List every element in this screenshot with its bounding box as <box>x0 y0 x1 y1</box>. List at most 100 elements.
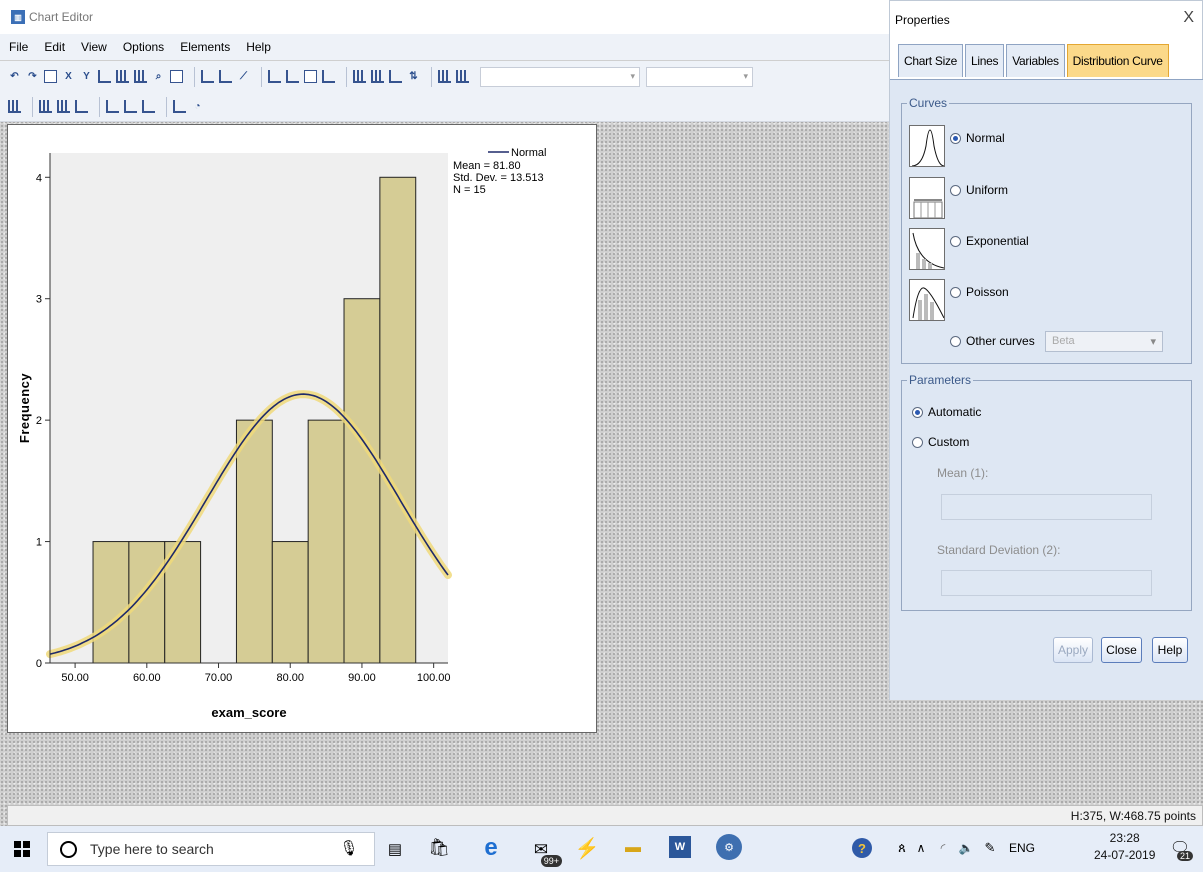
menu-file[interactable]: File <box>9 40 28 54</box>
sort-icon[interactable]: ⇅ <box>407 70 420 83</box>
menu-edit[interactable]: Edit <box>44 40 65 54</box>
dialog-close-icon[interactable]: X <box>1183 9 1194 27</box>
y-tick-label: 0 <box>36 658 42 670</box>
network-icon[interactable]: ◜ <box>934 839 952 857</box>
y-axis-title[interactable]: Frequency <box>17 373 32 444</box>
mean-field[interactable] <box>941 494 1152 520</box>
powershell-icon[interactable]: ⚡ <box>575 836 600 860</box>
data-labels-icon[interactable] <box>371 70 384 83</box>
histogram-bar[interactable] <box>271 541 309 664</box>
undo-icon[interactable]: ↶ <box>8 70 21 83</box>
pen-icon[interactable]: ✎ <box>981 839 999 857</box>
taskbar-search-box[interactable]: Type here to search <box>47 832 375 866</box>
tab-variables[interactable]: Variables <box>1006 44 1065 77</box>
histogram-bar[interactable] <box>379 176 417 664</box>
title-icon[interactable] <box>268 70 281 83</box>
apply-button[interactable]: Apply <box>1053 637 1093 663</box>
people-icon[interactable]: ጰ <box>893 839 911 857</box>
transpose-icon[interactable] <box>389 70 402 83</box>
menu-help[interactable]: Help <box>246 40 271 54</box>
chevron-up-icon[interactable]: ∧ <box>914 839 928 857</box>
curve-option-uniform[interactable]: Uniform <box>950 183 1008 197</box>
pie-explode-icon[interactable]: ◔ <box>191 100 204 113</box>
y-axis-icon[interactable]: Y <box>80 70 93 83</box>
tab-distribution-curve[interactable]: Distribution Curve <box>1066 44 1169 77</box>
curve-option-exponential[interactable]: Exponential <box>950 234 1029 248</box>
microphone-icon[interactable]: 🎙 <box>339 838 358 858</box>
fit-line-icon[interactable]: ⟋ <box>237 70 250 83</box>
tab-chart-size[interactable]: Chart Size <box>898 44 964 77</box>
task-view-icon[interactable]: ▤ <box>386 839 404 859</box>
language-indicator[interactable]: ENG <box>1007 840 1037 856</box>
action-center-icon[interactable]: 🗨 21 <box>1170 837 1193 861</box>
lasso-icon[interactable]: ⌕ <box>152 70 165 83</box>
template-icon[interactable] <box>170 70 183 83</box>
uniform-radio[interactable] <box>950 184 961 196</box>
show-bars-icon[interactable] <box>438 70 451 83</box>
other-curves-radio[interactable] <box>950 335 961 347</box>
stacked-icon[interactable] <box>134 70 147 83</box>
properties-icon[interactable] <box>44 70 57 83</box>
area-icon[interactable] <box>142 100 155 113</box>
menu-elements[interactable]: Elements <box>180 40 230 54</box>
mean-label: Mean (1): <box>937 466 989 480</box>
close-button[interactable]: Close <box>1101 637 1142 663</box>
bar-chart-icon[interactable] <box>116 70 129 83</box>
spss-taskbar-icon[interactable]: ⚙ <box>716 834 742 860</box>
edge-browser-icon[interactable]: e <box>479 834 503 862</box>
file-explorer-icon[interactable]: ▬ <box>622 838 644 858</box>
curve-option-normal[interactable]: Normal <box>950 131 1005 145</box>
sd-field[interactable] <box>941 570 1152 596</box>
size-combo[interactable]: ▾ <box>646 66 753 87</box>
x-axis-title[interactable]: exam_score <box>211 705 286 720</box>
line-chart-icon[interactable] <box>75 100 88 113</box>
histogram-bar[interactable] <box>92 541 130 664</box>
parameters-custom[interactable]: Custom <box>912 435 969 449</box>
store-icon[interactable]: 🛍 <box>428 837 450 859</box>
toolbar-separator <box>99 96 100 117</box>
textbox-icon[interactable] <box>304 70 317 83</box>
marker-line-icon[interactable] <box>124 100 137 113</box>
taskbar-clock[interactable]: 23:28 24-07-2019 <box>1094 830 1155 864</box>
bar-icon[interactable] <box>39 100 52 113</box>
help-tray-icon[interactable]: ? <box>852 838 872 858</box>
exponential-radio[interactable] <box>950 235 961 247</box>
reference-line-y-icon[interactable] <box>219 70 232 83</box>
distribution-curve-icon[interactable] <box>173 100 186 113</box>
legend[interactable]: Normal Mean = 81.80 Std. Dev. = 13.513 N… <box>453 147 546 196</box>
custom-radio[interactable] <box>912 436 923 448</box>
windows-taskbar: Type here to search 🎙 ▤ 🛍 e ✉ 99+ ⚡ ▬ W ⚙… <box>0 826 1203 872</box>
menu-options[interactable]: Options <box>123 40 164 54</box>
chart-canvas[interactable]: 50.00 60.00 70.00 80.00 90.00 100.00 0 1 2 3 4 exa… <box>7 124 597 733</box>
reference-line-x-icon[interactable] <box>201 70 214 83</box>
menu-view[interactable]: View <box>81 40 107 54</box>
volume-icon[interactable]: 🔈 <box>957 839 975 857</box>
histogram-bar[interactable] <box>307 419 345 664</box>
redo-icon[interactable]: ↷ <box>26 70 39 83</box>
other-curves-dropdown[interactable]: Beta ▾ <box>1045 331 1163 352</box>
bin-icon[interactable] <box>8 100 21 113</box>
show-error-bars-icon[interactable] <box>456 70 469 83</box>
help-button[interactable]: Help <box>1152 637 1188 663</box>
footnote-icon[interactable] <box>286 70 299 83</box>
search-placeholder: Type here to search <box>90 841 214 857</box>
grid-icon[interactable] <box>353 70 366 83</box>
clustered-bar-icon[interactable] <box>57 100 70 113</box>
curve-option-poisson[interactable]: Poisson <box>950 285 1009 299</box>
histogram-bar[interactable] <box>235 419 273 664</box>
scale-icon[interactable] <box>98 70 111 83</box>
mail-icon[interactable]: ✉ 99+ <box>526 836 562 867</box>
normal-radio[interactable] <box>950 132 961 144</box>
word-icon[interactable]: W <box>669 836 691 858</box>
font-combo[interactable]: ▾ <box>480 66 640 87</box>
parameters-automatic[interactable]: Automatic <box>912 405 981 419</box>
y-tick-label: 2 <box>36 415 42 427</box>
interpolation-icon[interactable] <box>106 100 119 113</box>
histogram-bar[interactable] <box>343 298 381 664</box>
legend-icon[interactable] <box>322 70 335 83</box>
poisson-radio[interactable] <box>950 286 961 298</box>
automatic-radio[interactable] <box>912 406 923 418</box>
x-axis-icon[interactable]: X <box>62 70 75 83</box>
windows-start-icon[interactable] <box>14 841 30 857</box>
tab-lines[interactable]: Lines <box>965 44 1005 77</box>
